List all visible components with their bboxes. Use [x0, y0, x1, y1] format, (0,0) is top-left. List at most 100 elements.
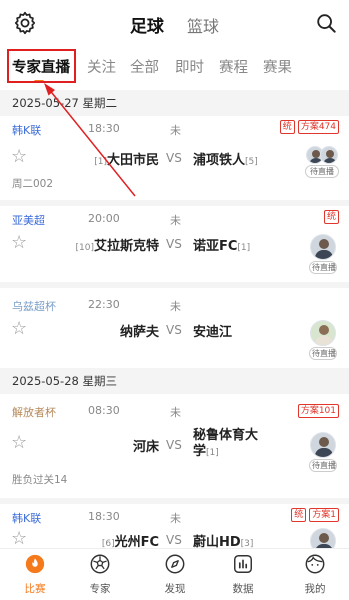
match-status: 未 [170, 214, 181, 227]
pending-live-badge: 待直播 [305, 165, 339, 178]
match-badges: 方案101 [297, 404, 339, 418]
nav-profile[interactable]: 我的 [290, 553, 340, 596]
league-name[interactable]: 韩K联 [12, 510, 41, 526]
favorite-star-icon[interactable]: ☆ [11, 232, 27, 253]
favorite-star-icon[interactable]: ☆ [11, 528, 27, 549]
match-badges: 统 方案1 [291, 508, 339, 522]
match-time: 08:30 [88, 404, 120, 417]
date-header: 2025-05-28 星期三 [0, 368, 349, 394]
league-name[interactable]: 亚美超 [12, 212, 45, 228]
expert-avatar [310, 320, 336, 346]
home-team-name: 大田市民 [106, 153, 159, 168]
home-team-name: 河床 [132, 440, 159, 455]
nav-label: 比赛 [24, 583, 46, 595]
away-rank: [5] [245, 157, 258, 167]
favorite-star-icon[interactable]: ☆ [11, 146, 27, 167]
tab-live-now[interactable]: 即时 [175, 56, 204, 77]
pending-live-badge: 待直播 [309, 459, 337, 472]
expert-ball-icon [90, 554, 110, 574]
match-time: 22:30 [88, 298, 120, 311]
sport-tabs: 足球 篮球 [0, 12, 349, 37]
match-card[interactable]: 韩K联 18:30 未 统 方案474 ☆ [1]大田市民 VS 浦项铁人[5]… [0, 116, 349, 200]
league-name[interactable]: 解放者杯 [12, 404, 56, 420]
home-team: 纳萨夫 [120, 321, 159, 340]
match-card[interactable]: 解放者杯 08:30 未 方案101 ☆ 河床 VS 秘鲁体育大学[1] 胜负过… [0, 394, 349, 498]
tab-football[interactable]: 足球 [130, 12, 164, 37]
bottom-nav: 比赛 专家 发现 数据 我的 [0, 548, 349, 600]
away-team: 安迪江 [193, 321, 232, 340]
match-card[interactable]: 韩K联 18:30 未 统 方案1 ☆ [6]光州FC VS 蔚山HD[3] [0, 504, 349, 554]
away-rank: [1] [237, 243, 251, 253]
profile-face-icon [305, 554, 325, 574]
expert-avatars[interactable]: 待直播 [305, 146, 339, 178]
favorite-star-icon[interactable]: ☆ [11, 318, 27, 339]
match-flame-icon [25, 554, 45, 574]
away-team: 秘鲁体育大学[1] [193, 428, 263, 461]
nav-discover[interactable]: 发现 [150, 553, 200, 596]
pending-live-badge: 待直播 [309, 347, 337, 360]
stats-badge: 统 [323, 210, 339, 224]
match-badges: 统 [323, 210, 339, 224]
match-status: 未 [170, 406, 181, 419]
league-name[interactable]: 乌兹超杯 [12, 298, 56, 314]
bar-chart-icon [234, 555, 252, 573]
nav-label: 专家 [89, 583, 111, 595]
parlay-info: 胜负过关14 [12, 474, 68, 486]
tab-results[interactable]: 赛果 [263, 56, 292, 77]
vs-label: VS [166, 151, 182, 165]
match-badges: 统 方案474 [279, 120, 339, 134]
annotation-highlight-box [7, 49, 76, 83]
league-name[interactable]: 韩K联 [12, 122, 41, 138]
plan-badge[interactable]: 方案101 [297, 404, 339, 418]
away-team-name: 秘鲁体育大学 [193, 428, 259, 459]
home-team: 河床 [133, 436, 159, 455]
plan-badge[interactable]: 方案1 [309, 508, 339, 522]
away-team-name: 安迪江 [193, 325, 233, 340]
match-time: 18:30 [88, 122, 120, 135]
plan-badge[interactable]: 方案474 [297, 120, 339, 134]
favorite-star-icon[interactable]: ☆ [11, 432, 27, 453]
pending-live-badge: 待直播 [309, 261, 337, 274]
expert-avatar-block[interactable]: 待直播 [309, 234, 337, 274]
away-team: 浦项铁人[5] [193, 149, 258, 168]
away-rank: [1] [206, 448, 219, 458]
expert-avatar-block[interactable]: 待直播 [309, 432, 337, 472]
home-team-name: 艾拉斯克特 [93, 239, 159, 254]
top-header: 足球 篮球 [0, 0, 349, 46]
home-team: [1]大田市民 [94, 149, 159, 168]
match-time: 20:00 [88, 212, 120, 225]
vs-label: VS [166, 323, 182, 337]
tab-following[interactable]: 关注 [87, 56, 116, 77]
date-header: 2025-05-27 星期二 [0, 90, 349, 116]
away-team: 诺亚FC[1] [193, 235, 250, 254]
vs-label: VS [166, 533, 182, 547]
match-status: 未 [170, 512, 181, 525]
stats-badge: 统 [291, 508, 307, 522]
match-card[interactable]: 亚美超 20:00 未 统 ☆ [10]艾拉斯克特 VS 诺亚FC[1] 待直播 [0, 206, 349, 282]
home-team: [10]艾拉斯克特 [76, 235, 160, 254]
search-icon[interactable] [315, 12, 337, 34]
nav-experts[interactable]: 专家 [75, 553, 125, 596]
match-status: 未 [170, 124, 181, 137]
nav-label: 发现 [164, 583, 186, 595]
vs-label: VS [166, 237, 182, 251]
away-team-name: 诺亚FC [193, 239, 238, 254]
match-status: 未 [170, 300, 181, 313]
expert-avatar [320, 146, 338, 164]
compass-icon [165, 554, 185, 574]
match-time: 18:30 [88, 510, 120, 523]
tab-basketball[interactable]: 篮球 [187, 13, 219, 37]
stats-badge: 统 [279, 120, 295, 134]
match-code: 周二002 [12, 178, 54, 190]
tab-all[interactable]: 全部 [130, 56, 159, 77]
expert-avatar-block[interactable]: 待直播 [309, 320, 337, 360]
home-rank: [10] [75, 243, 94, 253]
expert-avatar [310, 432, 336, 458]
home-rank: [1] [94, 157, 107, 167]
match-card[interactable]: 乌兹超杯 22:30 未 ☆ 纳萨夫 VS 安迪江 待直播 [0, 288, 349, 368]
tab-schedule[interactable]: 赛程 [219, 56, 248, 77]
nav-label: 我的 [304, 583, 326, 595]
nav-matches[interactable]: 比赛 [10, 553, 60, 596]
nav-data[interactable]: 数据 [218, 553, 268, 596]
vs-label: VS [166, 438, 182, 452]
